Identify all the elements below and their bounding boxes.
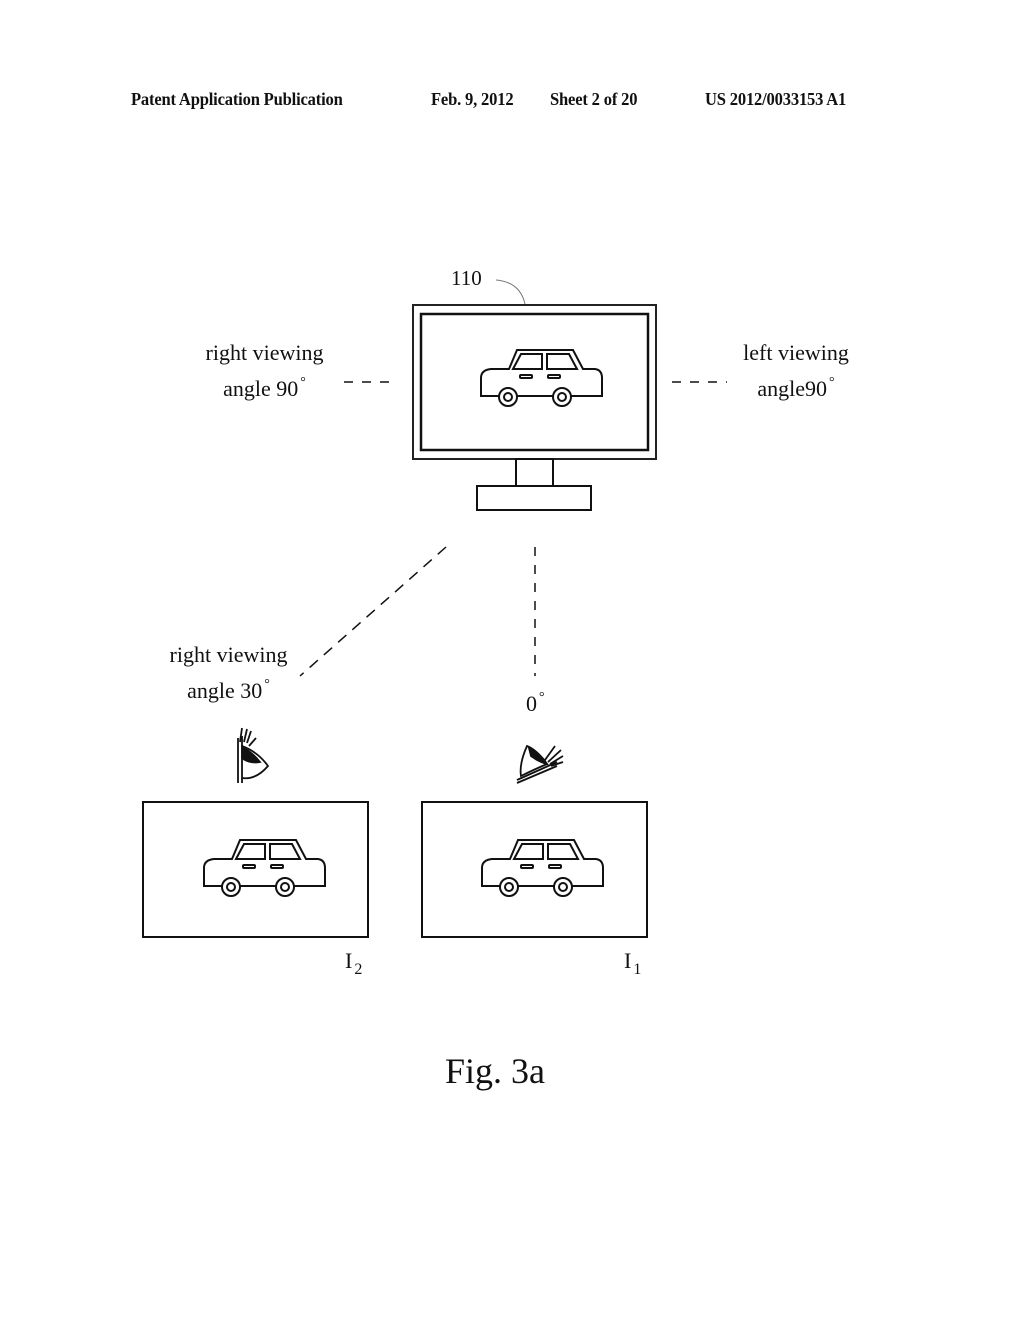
car-icon xyxy=(203,839,326,897)
zero-degree-label: 0 ° xyxy=(526,683,545,719)
reference-leader-line xyxy=(495,279,526,305)
right-viewing-angle-30-label: right viewing angle 30 ° xyxy=(156,640,301,706)
eye-icon xyxy=(237,727,270,783)
image-label-i1: I1 xyxy=(624,946,641,985)
degree-symbol: ° xyxy=(829,375,835,390)
left-viewing-angle-90-label: left viewing angle90 ° xyxy=(730,338,862,404)
image-frame-i2 xyxy=(142,801,369,938)
degree-symbol: ° xyxy=(264,677,270,692)
eye-icon xyxy=(516,744,564,784)
label-text: angle 90 xyxy=(223,376,299,401)
car-icon xyxy=(481,839,604,897)
subscript: 2 xyxy=(354,961,363,978)
label-text: I xyxy=(624,948,632,973)
label-line: right viewing xyxy=(169,642,288,667)
label-line: angle 90 ° xyxy=(192,368,337,404)
figure-drawing xyxy=(142,279,727,938)
label-text: I xyxy=(345,948,353,973)
image-label-i2: I2 xyxy=(345,946,362,985)
right-viewing-angle-90-label: right viewing angle 90 ° xyxy=(192,338,337,404)
degree-symbol: ° xyxy=(300,375,306,390)
monitor-icon xyxy=(412,304,657,511)
figure-caption: Fig. 3a xyxy=(445,1051,546,1091)
car-icon xyxy=(480,349,603,407)
label-text: angle 30 xyxy=(187,678,263,703)
label-line: right viewing xyxy=(205,340,324,365)
label-text: angle90 xyxy=(757,376,828,401)
degree-symbol: ° xyxy=(539,690,545,705)
subscript: 1 xyxy=(633,961,642,978)
display-reference-number: 110 xyxy=(451,266,482,290)
label-line: left viewing xyxy=(743,340,849,365)
label-line: angle90 ° xyxy=(730,368,862,404)
image-frame-i1 xyxy=(421,801,648,938)
label-text: 0 xyxy=(526,691,537,716)
label-line: angle 30 ° xyxy=(156,670,301,706)
right-30-dashed-line xyxy=(299,546,447,677)
